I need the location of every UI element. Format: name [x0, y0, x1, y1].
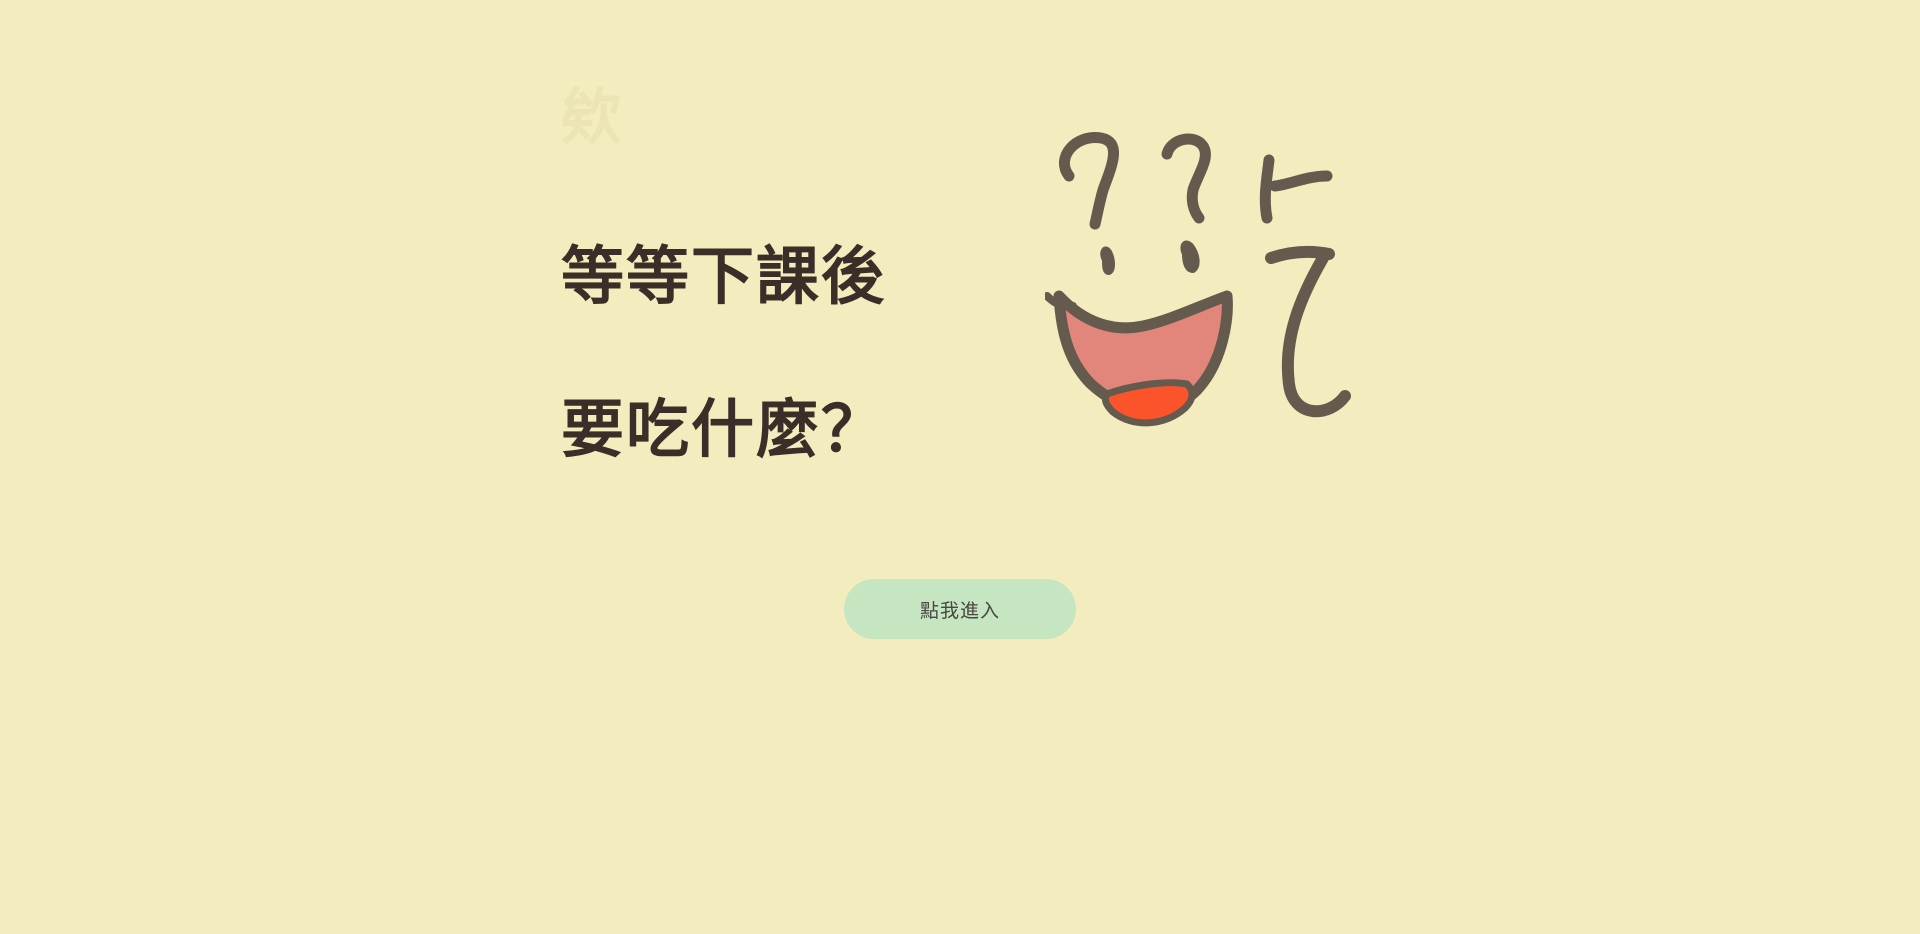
exclamation-bottom-icon [1265, 245, 1351, 418]
headline-line-1: 等等下課後 [561, 240, 886, 313]
laughing-face-icon [1045, 132, 1351, 427]
headline-line-2: 要吃什麼？ [561, 393, 886, 466]
question-dot-2-icon [1180, 240, 1200, 273]
enter-button[interactable]: 點我進入 [844, 579, 1076, 639]
watermark-text: 欸 [561, 83, 621, 153]
question-dot-1-icon [1100, 246, 1115, 275]
tongue-icon [1101, 379, 1196, 427]
exclamation-top-icon [1259, 154, 1333, 224]
question-mark-1-icon [1058, 132, 1120, 230]
question-mark-2-icon [1161, 133, 1211, 224]
